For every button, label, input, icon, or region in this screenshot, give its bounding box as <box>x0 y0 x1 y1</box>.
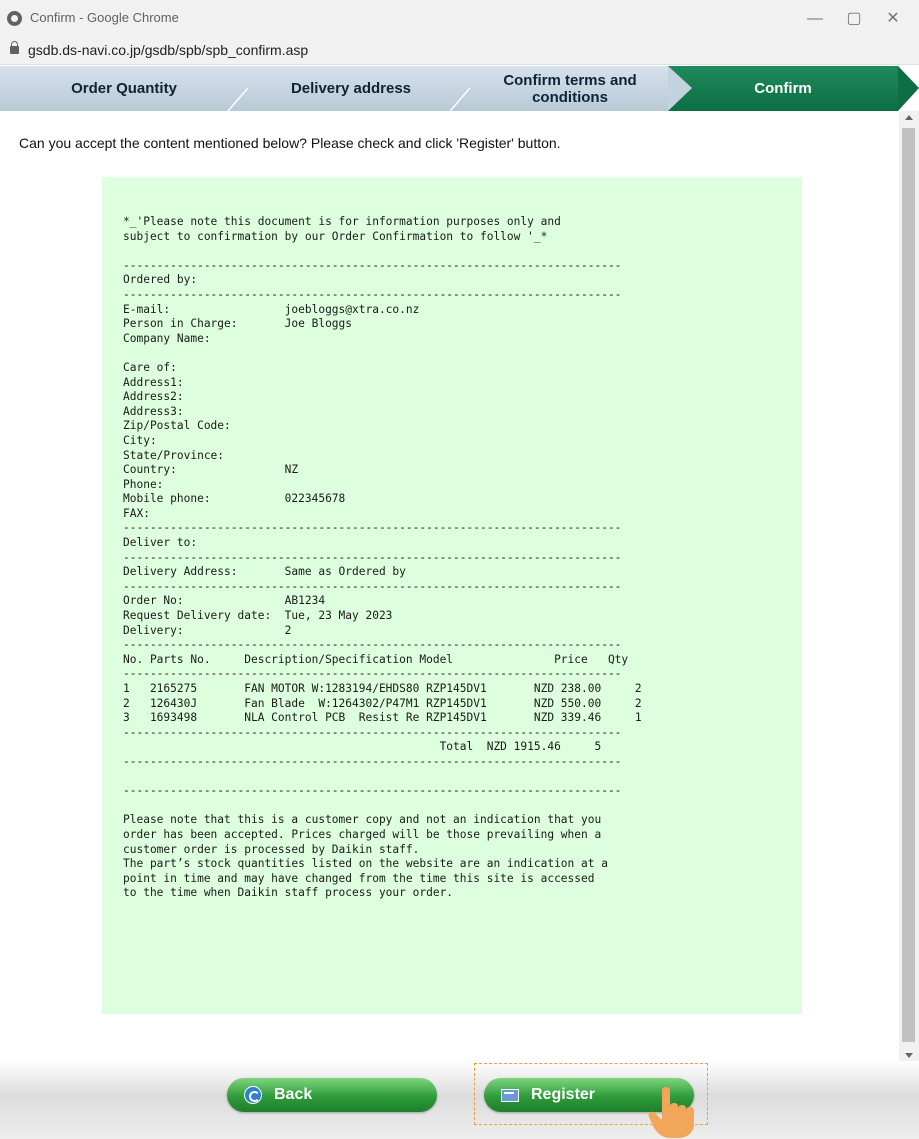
step-dividers <box>227 66 919 111</box>
close-button[interactable]: ✕ <box>873 6 913 32</box>
order-document: *_'Please note this document is for info… <box>102 177 802 1014</box>
progress-steps: Order Quantity Delivery address Confirm … <box>0 66 919 111</box>
address-url[interactable]: gsdb.ds-navi.co.jp/gsdb/spb/spb_confirm.… <box>28 42 308 58</box>
minimize-button[interactable]: — <box>795 6 835 32</box>
confirm-prompt: Can you accept the content mentioned bel… <box>19 135 561 151</box>
vertical-scrollbar[interactable] <box>899 111 919 1061</box>
scrollbar-thumb[interactable] <box>902 128 915 1042</box>
order-document-text: *_'Please note this document is for info… <box>123 215 642 900</box>
scroll-down-icon[interactable] <box>905 1053 913 1058</box>
window-titlebar: Confirm - Google Chrome — ▢ ✕ <box>0 0 919 38</box>
register-icon <box>501 1088 519 1102</box>
page-content: Can you accept the content mentioned bel… <box>0 111 899 1061</box>
register-button-label: Register <box>531 1086 596 1103</box>
hand-pointer-icon <box>648 1087 694 1138</box>
back-arrow-icon <box>244 1086 262 1104</box>
back-button[interactable]: Back <box>227 1078 437 1112</box>
maximize-button[interactable]: ▢ <box>834 6 874 32</box>
address-bar[interactable]: gsdb.ds-navi.co.jp/gsdb/spb/spb_confirm.… <box>0 38 919 65</box>
back-button-label: Back <box>274 1086 313 1103</box>
window-title: Confirm - Google Chrome <box>30 10 179 25</box>
lock-icon <box>10 41 19 54</box>
scroll-up-icon[interactable] <box>905 115 913 120</box>
button-bar <box>0 1061 919 1139</box>
chrome-icon <box>7 11 22 26</box>
